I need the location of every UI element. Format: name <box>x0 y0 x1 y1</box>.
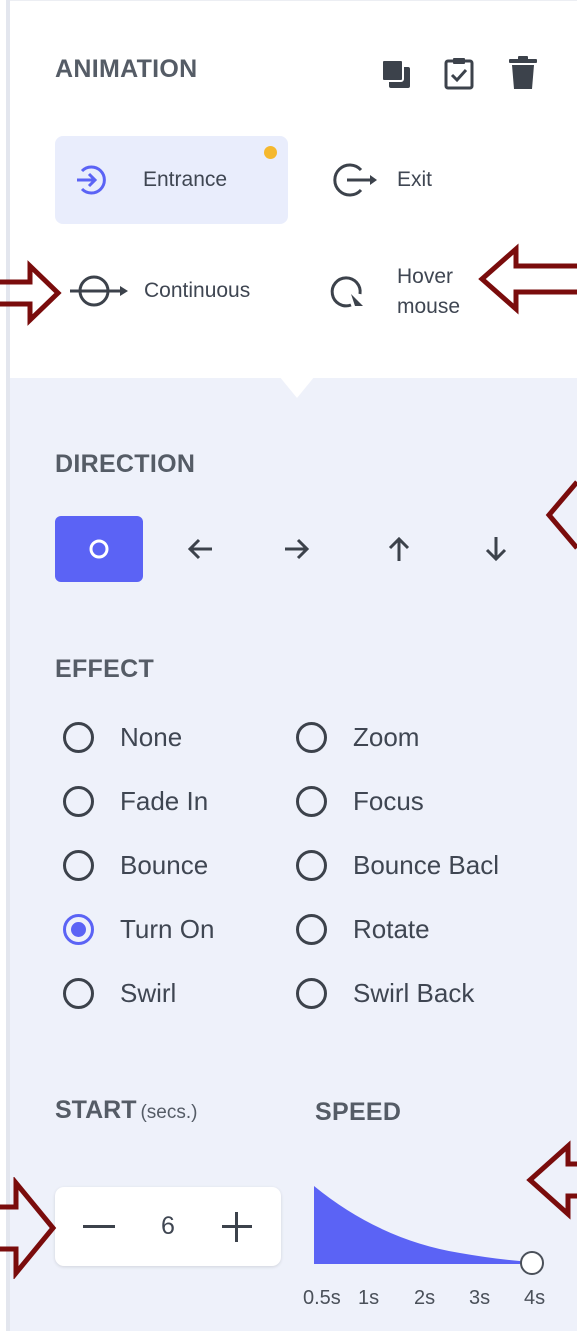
effect-option-fade-in[interactable]: Fade In <box>63 786 208 817</box>
start-stepper: 6 <box>55 1187 281 1266</box>
speed-curve-slider[interactable] <box>310 1180 550 1280</box>
tab-hover-mouse[interactable]: Hover mouse <box>327 262 460 322</box>
start-value[interactable]: 6 <box>129 1187 207 1266</box>
radio-fade-in[interactable] <box>63 786 94 817</box>
effect-title: EFFECT <box>55 655 155 683</box>
radio-none[interactable] <box>63 722 94 753</box>
continuous-icon <box>70 275 128 307</box>
arrow-left-icon <box>187 538 212 560</box>
speed-tick-1s: 1s <box>358 1287 380 1309</box>
radio-bounce[interactable] <box>63 850 94 881</box>
effect-option-bounce-back[interactable]: Bounce Bacl <box>296 850 499 881</box>
radio-rotate[interactable] <box>296 914 327 945</box>
radio-zoom[interactable] <box>296 722 327 753</box>
exit-icon <box>333 163 377 197</box>
start-title-text: START <box>55 1096 137 1124</box>
tab-hover-mouse-label: Hover mouse <box>397 265 461 318</box>
start-unit: (secs.) <box>140 1102 198 1123</box>
minus-icon <box>83 1224 115 1228</box>
effect-option-swirl[interactable]: Swirl <box>63 978 176 1009</box>
direction-down-button[interactable] <box>452 516 540 582</box>
increment-button[interactable] <box>207 1187 267 1266</box>
effect-option-turn-on[interactable]: Turn On <box>63 914 214 945</box>
speed-tick-0-5s: 0.5s <box>303 1287 341 1309</box>
tab-continuous-label: Continuous <box>144 279 251 302</box>
tab-entrance[interactable]: Entrance <box>55 136 288 224</box>
effect-option-bounce[interactable]: Bounce <box>63 850 208 881</box>
speed-slider-handle[interactable] <box>520 1251 544 1275</box>
layers-icon[interactable] <box>379 57 413 91</box>
arrow-down-icon <box>485 537 507 562</box>
annotation-arrow-hover-mouse <box>478 243 577 315</box>
annotation-arrow-speed <box>526 1140 577 1220</box>
annotation-arrow-continuous <box>0 260 62 326</box>
effect-option-none[interactable]: None <box>63 722 182 753</box>
effect-label-zoom: Zoom <box>353 722 420 752</box>
arrow-right-icon <box>285 538 310 560</box>
effect-label-bounce-back: Bounce Bacl <box>353 850 499 880</box>
direction-title: DIRECTION <box>55 450 196 478</box>
tab-entrance-label: Entrance <box>143 168 228 191</box>
speed-curve-fill <box>314 1186 532 1264</box>
effect-label-turn-on: Turn On <box>120 914 215 944</box>
speed-tick-4s: 4s <box>524 1287 546 1309</box>
panel-title: ANIMATION <box>55 55 198 83</box>
annotation-arrow-start <box>0 1177 57 1279</box>
tab-continuous[interactable]: Continuous <box>68 268 250 314</box>
radio-focus[interactable] <box>296 786 327 817</box>
effect-label-none: None <box>120 722 183 752</box>
effect-label-bounce: Bounce <box>120 850 209 880</box>
effect-option-swirl-back[interactable]: Swirl Back <box>296 978 474 1009</box>
entrance-indicator-dot <box>264 146 277 159</box>
radio-swirl[interactable] <box>63 978 94 1009</box>
direction-right-button[interactable] <box>253 516 341 582</box>
effect-option-focus[interactable]: Focus <box>296 786 424 817</box>
start-title: START (secs.) <box>55 1096 197 1125</box>
effect-option-zoom[interactable]: Zoom <box>296 722 419 753</box>
annotation-arrow-direction <box>545 480 577 550</box>
speed-tick-3s: 3s <box>469 1287 491 1309</box>
speed-tick-2s: 2s <box>414 1287 436 1309</box>
effect-option-rotate[interactable]: Rotate <box>296 914 430 945</box>
radio-swirl-back[interactable] <box>296 978 327 1009</box>
effect-label-focus: Focus <box>353 786 424 816</box>
effect-label-swirl: Swirl <box>120 978 177 1008</box>
effect-label-fade-in: Fade In <box>120 786 209 816</box>
plus-icon <box>222 1211 252 1242</box>
radio-bounce-back[interactable] <box>296 850 327 881</box>
direction-none-button[interactable] <box>55 516 143 582</box>
direction-up-button[interactable] <box>355 516 443 582</box>
entrance-icon <box>77 165 106 195</box>
direction-left-button[interactable] <box>156 516 244 582</box>
arrow-up-icon <box>388 536 410 561</box>
none-circle-icon <box>89 539 109 559</box>
trash-icon[interactable] <box>506 56 540 90</box>
tab-exit-label: Exit <box>397 168 433 191</box>
radio-turn-on[interactable] <box>63 914 94 945</box>
effect-label-swirl-back: Swirl Back <box>353 978 475 1008</box>
effect-label-rotate: Rotate <box>353 914 430 944</box>
panel-pointer <box>279 376 315 398</box>
speed-title: SPEED <box>315 1098 402 1126</box>
clipboard-check-icon[interactable] <box>442 56 476 90</box>
tab-exit[interactable]: Exit <box>327 156 432 204</box>
decrement-button[interactable] <box>69 1187 129 1266</box>
hover-icon <box>330 276 363 308</box>
